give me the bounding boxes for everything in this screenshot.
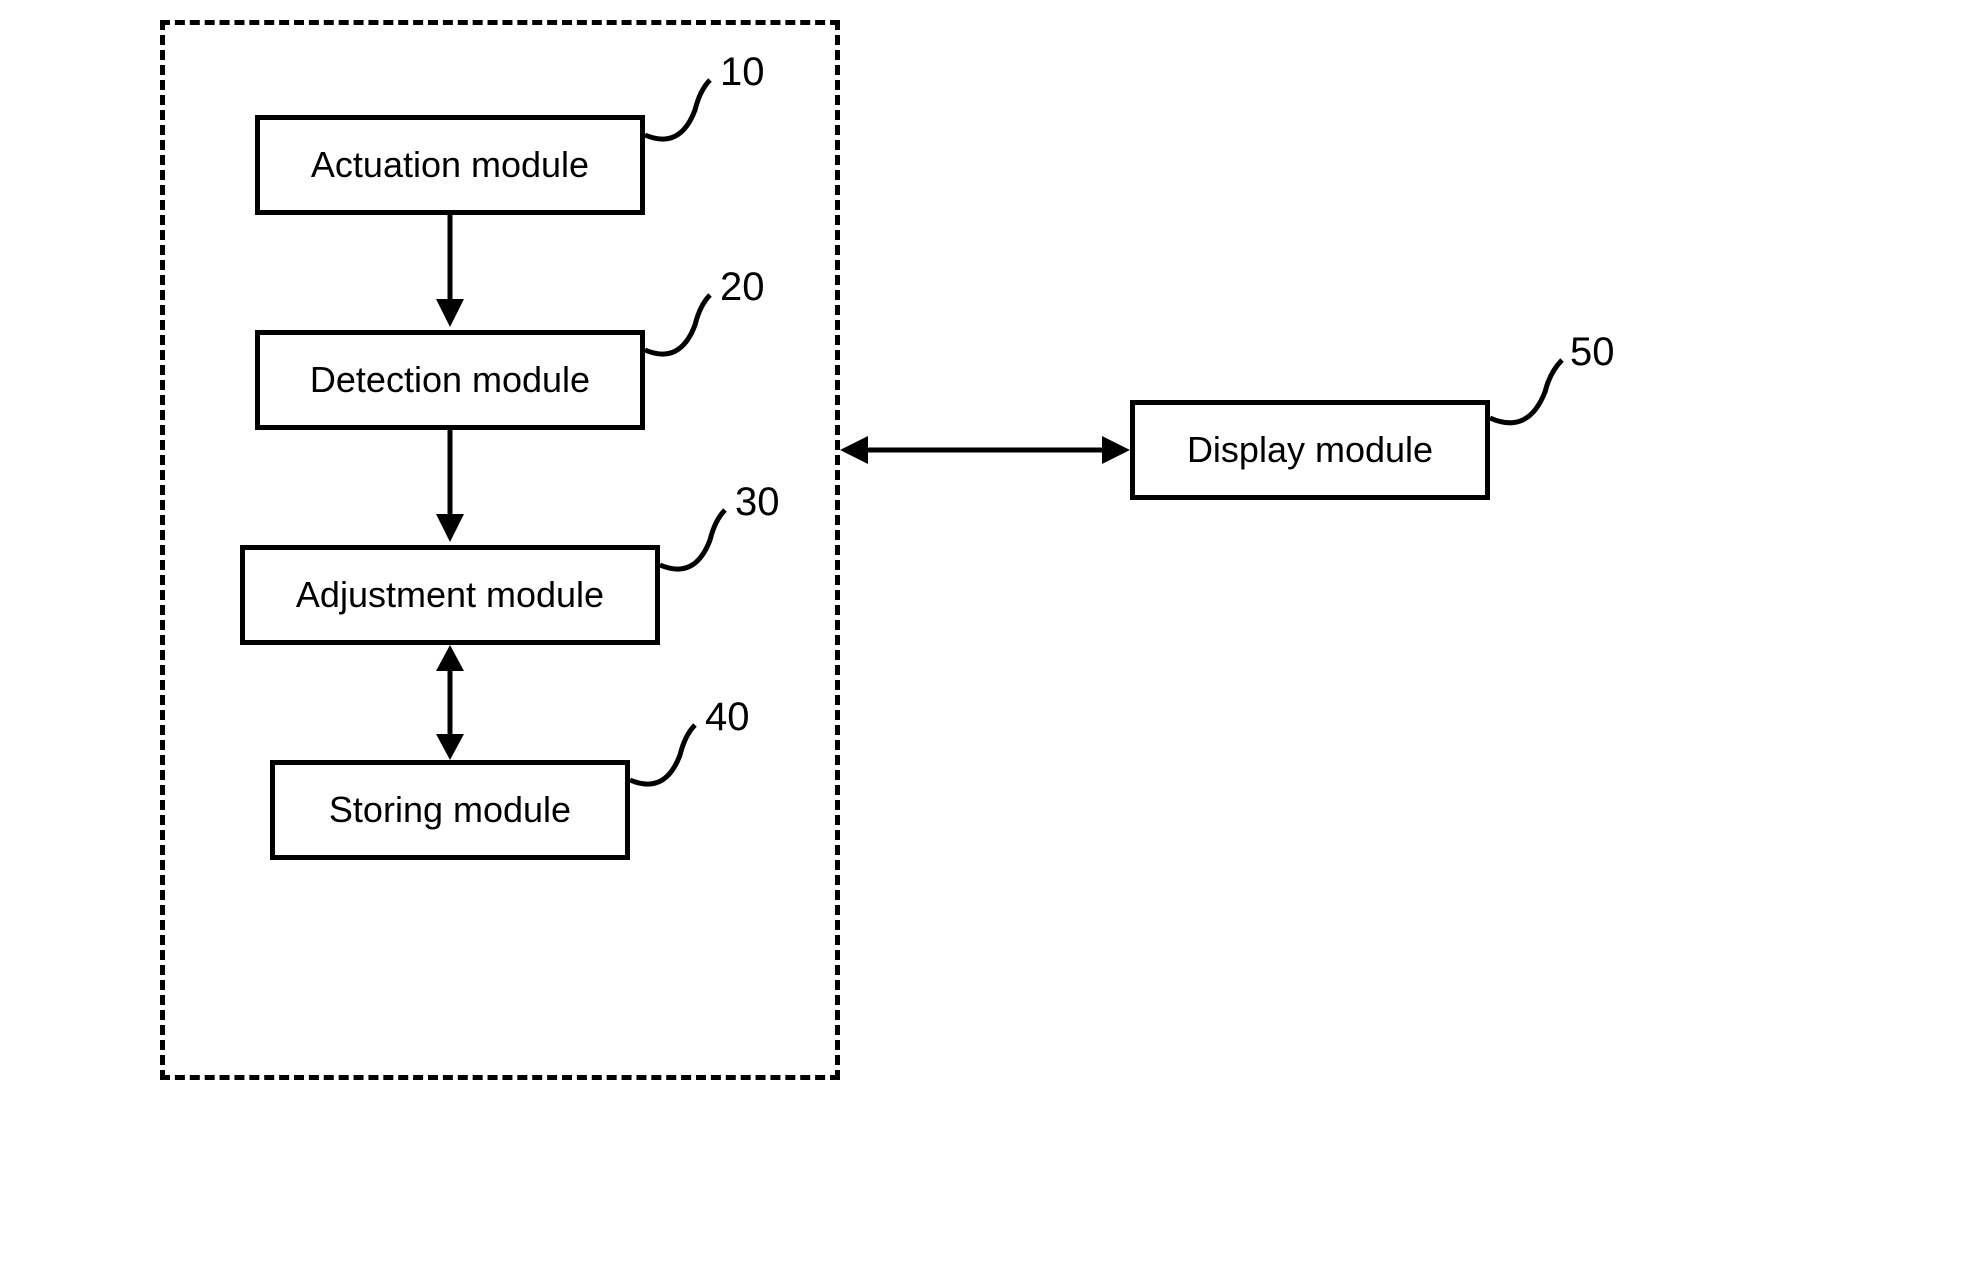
display-label: Display module [1187, 429, 1433, 471]
adjustment-ref: 30 [735, 480, 780, 525]
adjustment-module: Adjustment module [240, 545, 660, 645]
arrow-detection-adjustment [430, 430, 470, 550]
detection-module: Detection module [255, 330, 645, 430]
storing-label: Storing module [329, 789, 571, 831]
storing-ref: 40 [705, 695, 750, 740]
detection-ref: 20 [720, 265, 765, 310]
detection-label: Detection module [310, 359, 590, 401]
display-module: Display module [1130, 400, 1490, 500]
actuation-module: Actuation module [255, 115, 645, 215]
arrow-box-display [840, 430, 1130, 470]
adjustment-label: Adjustment module [296, 574, 604, 616]
diagram-canvas: Actuation module 10 Detection module 20 … [0, 0, 1965, 1274]
storing-module: Storing module [270, 760, 630, 860]
actuation-ref: 10 [720, 50, 765, 95]
arrow-actuation-detection [430, 215, 470, 335]
actuation-label: Actuation module [311, 144, 589, 186]
arrow-adjustment-storing [430, 645, 470, 765]
display-ref: 50 [1570, 330, 1615, 375]
